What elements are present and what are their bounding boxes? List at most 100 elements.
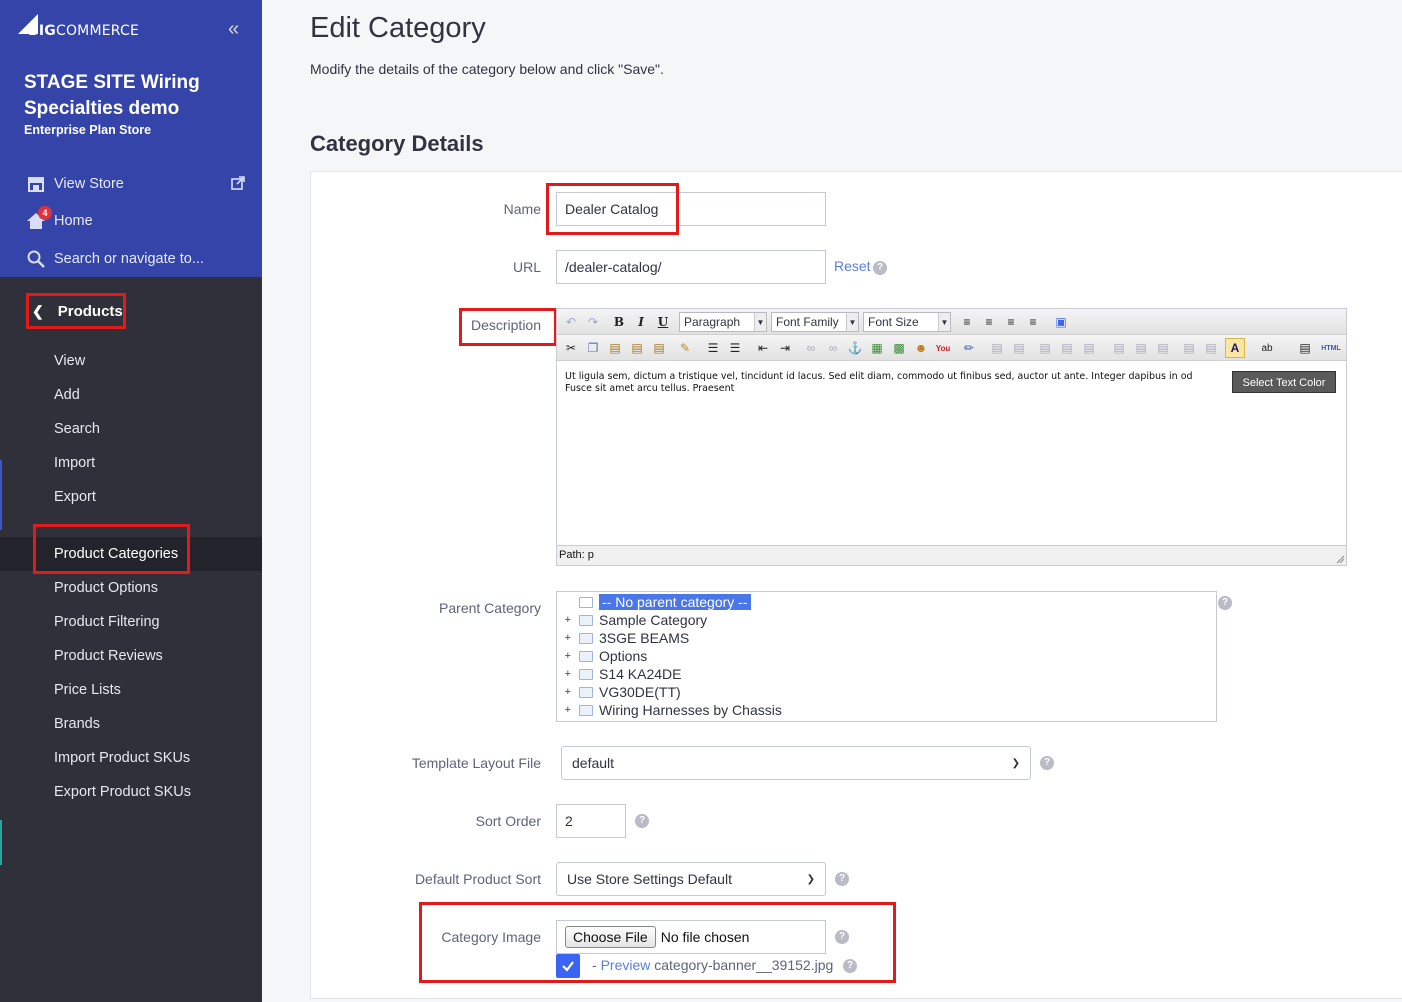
background-color-icon[interactable]: ab xyxy=(1257,338,1277,358)
tree-item[interactable]: + 3SGE BEAMS xyxy=(557,629,690,647)
search-navigate[interactable]: Search or navigate to... xyxy=(26,247,204,271)
nav-price-lists[interactable]: Price Lists xyxy=(54,682,121,698)
choose-file-button[interactable]: Choose File xyxy=(565,926,656,948)
fullscreen-icon[interactable]: ▣ xyxy=(1051,312,1071,332)
underline-icon[interactable]: U xyxy=(653,312,673,332)
tree-item[interactable]: + Sample Category xyxy=(557,611,708,629)
row-after-icon[interactable]: ▤ xyxy=(1057,338,1077,358)
col-before-icon[interactable]: ▤ xyxy=(1109,338,1129,358)
view-store-link[interactable]: View Store xyxy=(26,172,124,196)
paste-icon[interactable]: ▤ xyxy=(605,338,625,358)
help-icon[interactable]: ? xyxy=(873,261,887,275)
html-icon[interactable]: HTML xyxy=(1321,338,1341,358)
sort-order-value: 2 xyxy=(565,813,573,829)
col-after-icon[interactable]: ▤ xyxy=(1131,338,1151,358)
nav-add[interactable]: Add xyxy=(54,387,80,403)
align-left-icon[interactable]: ≡ xyxy=(957,312,977,332)
tree-item[interactable]: + Options xyxy=(557,647,648,665)
font-size-select[interactable]: Font Size ▼ xyxy=(863,312,951,332)
merge-cells-icon[interactable]: ▤ xyxy=(1201,338,1221,358)
name-input[interactable]: Dealer Catalog xyxy=(556,192,826,226)
expand-icon[interactable]: + xyxy=(557,614,579,626)
resize-handle-icon[interactable] xyxy=(1335,554,1345,564)
expand-icon[interactable]: + xyxy=(557,632,579,644)
nav-import-product-skus[interactable]: Import Product SKUs xyxy=(54,750,190,766)
redo-icon[interactable]: ↷ xyxy=(583,312,603,332)
tree-item[interactable]: + VG30DE(TT) xyxy=(557,683,681,701)
help-icon[interactable]: ? xyxy=(635,814,649,828)
nav-brands[interactable]: Brands xyxy=(54,716,100,732)
align-justify-icon[interactable]: ≡ xyxy=(1023,312,1043,332)
image-icon[interactable]: ▦ xyxy=(867,338,887,358)
description-editor[interactable]: ↶ ↷ B I U Paragraph ▼ Font Family ▼ Font… xyxy=(556,308,1347,566)
delete-col-icon[interactable]: ▤ xyxy=(1153,338,1173,358)
expand-icon[interactable]: + xyxy=(557,704,579,716)
delete-row-icon[interactable]: ▤ xyxy=(1079,338,1099,358)
edit-source-icon[interactable]: ✏ xyxy=(959,338,979,358)
reset-url-link[interactable]: Reset xyxy=(834,258,871,274)
unlink-icon[interactable]: ∞ xyxy=(823,338,843,358)
undo-icon[interactable]: ↶ xyxy=(561,312,581,332)
expand-icon[interactable]: + xyxy=(557,650,579,662)
nav-export[interactable]: Export xyxy=(54,489,96,505)
font-family-select[interactable]: Font Family ▼ xyxy=(771,312,859,332)
cut-icon[interactable]: ✂ xyxy=(561,338,581,358)
parent-category-tree[interactable]: -- No parent category -- + Sample Catego… xyxy=(556,591,1217,722)
anchor-icon[interactable]: ⚓ xyxy=(845,338,865,358)
expand-icon[interactable]: + xyxy=(557,668,579,680)
italic-icon[interactable]: I xyxy=(631,312,651,332)
block-format-select[interactable]: Paragraph ▼ xyxy=(679,312,767,332)
url-input[interactable]: /dealer-catalog/ xyxy=(556,250,826,284)
nav-product-categories[interactable]: Product Categories xyxy=(54,546,178,562)
category-image-file-input[interactable]: Choose File No file chosen xyxy=(556,920,826,954)
indent-icon[interactable]: ⇥ xyxy=(775,338,795,358)
tree-item[interactable]: + Wiring Harnesses by Chassis xyxy=(557,701,782,719)
nav-export-product-skus[interactable]: Export Product SKUs xyxy=(54,784,191,800)
help-icon[interactable]: ? xyxy=(835,930,849,944)
nav-search[interactable]: Search xyxy=(54,421,100,437)
sort-order-input[interactable]: 2 xyxy=(556,804,626,838)
youtube-icon[interactable]: You xyxy=(933,338,953,358)
bullet-list-icon[interactable]: ☰ xyxy=(703,338,723,358)
numbered-list-icon[interactable]: ☰ xyxy=(725,338,745,358)
media-icon[interactable]: ▩ xyxy=(889,338,909,358)
bigcommerce-logo[interactable]: BIGCOMMERCE xyxy=(16,14,156,44)
nav-view[interactable]: View xyxy=(54,353,85,369)
preview-link[interactable]: Preview xyxy=(601,957,651,973)
nav-product-options[interactable]: Product Options xyxy=(54,580,158,596)
help-icon[interactable]: ? xyxy=(1218,596,1232,610)
help-icon[interactable]: ? xyxy=(835,872,849,886)
bold-icon[interactable]: B xyxy=(609,312,629,332)
horizontal-rule-icon[interactable]: ▤ xyxy=(987,338,1007,358)
text-color-icon[interactable]: A xyxy=(1225,338,1245,358)
copy-icon[interactable]: ❐ xyxy=(583,338,603,358)
home-link[interactable]: Home xyxy=(26,209,93,233)
clean-format-icon[interactable]: ✎ xyxy=(675,338,695,358)
split-cells-icon[interactable]: ▤ xyxy=(1179,338,1199,358)
table-icon[interactable]: ▤ xyxy=(1009,338,1029,358)
nav-import[interactable]: Import xyxy=(54,455,95,471)
tree-item[interactable]: + S14 KA24DE xyxy=(557,665,682,683)
print-icon[interactable]: ▤ xyxy=(1295,338,1315,358)
outdent-icon[interactable]: ⇤ xyxy=(753,338,773,358)
nav-product-reviews[interactable]: Product Reviews xyxy=(54,648,163,664)
help-icon[interactable]: ? xyxy=(1040,756,1054,770)
default-product-sort-select[interactable]: Use Store Settings Default ❯ xyxy=(556,862,826,896)
nav-product-filtering[interactable]: Product Filtering xyxy=(54,614,160,630)
template-layout-select[interactable]: default ❯ xyxy=(561,746,1031,780)
align-center-icon[interactable]: ≡ xyxy=(979,312,999,332)
paste-text-icon[interactable]: ▤ xyxy=(627,338,647,358)
keep-image-checkbox[interactable] xyxy=(556,954,580,978)
collapse-sidebar-icon[interactable]: « xyxy=(228,18,239,41)
link-icon[interactable]: ∞ xyxy=(801,338,821,358)
expand-icon[interactable]: + xyxy=(557,686,579,698)
products-section-header[interactable]: ❮ Products xyxy=(26,293,126,329)
paste-word-icon[interactable]: ▤ xyxy=(649,338,669,358)
help-icon[interactable]: ? xyxy=(843,959,857,973)
align-right-icon[interactable]: ≡ xyxy=(1001,312,1021,332)
external-link-icon[interactable] xyxy=(230,175,246,191)
row-before-icon[interactable]: ▤ xyxy=(1035,338,1055,358)
emoticon-icon[interactable]: ☻ xyxy=(911,338,931,358)
tree-item-no-parent[interactable]: -- No parent category -- xyxy=(557,593,751,611)
editor-content[interactable]: Ut ligula sem, dictum a tristique vel, t… xyxy=(565,371,1335,395)
